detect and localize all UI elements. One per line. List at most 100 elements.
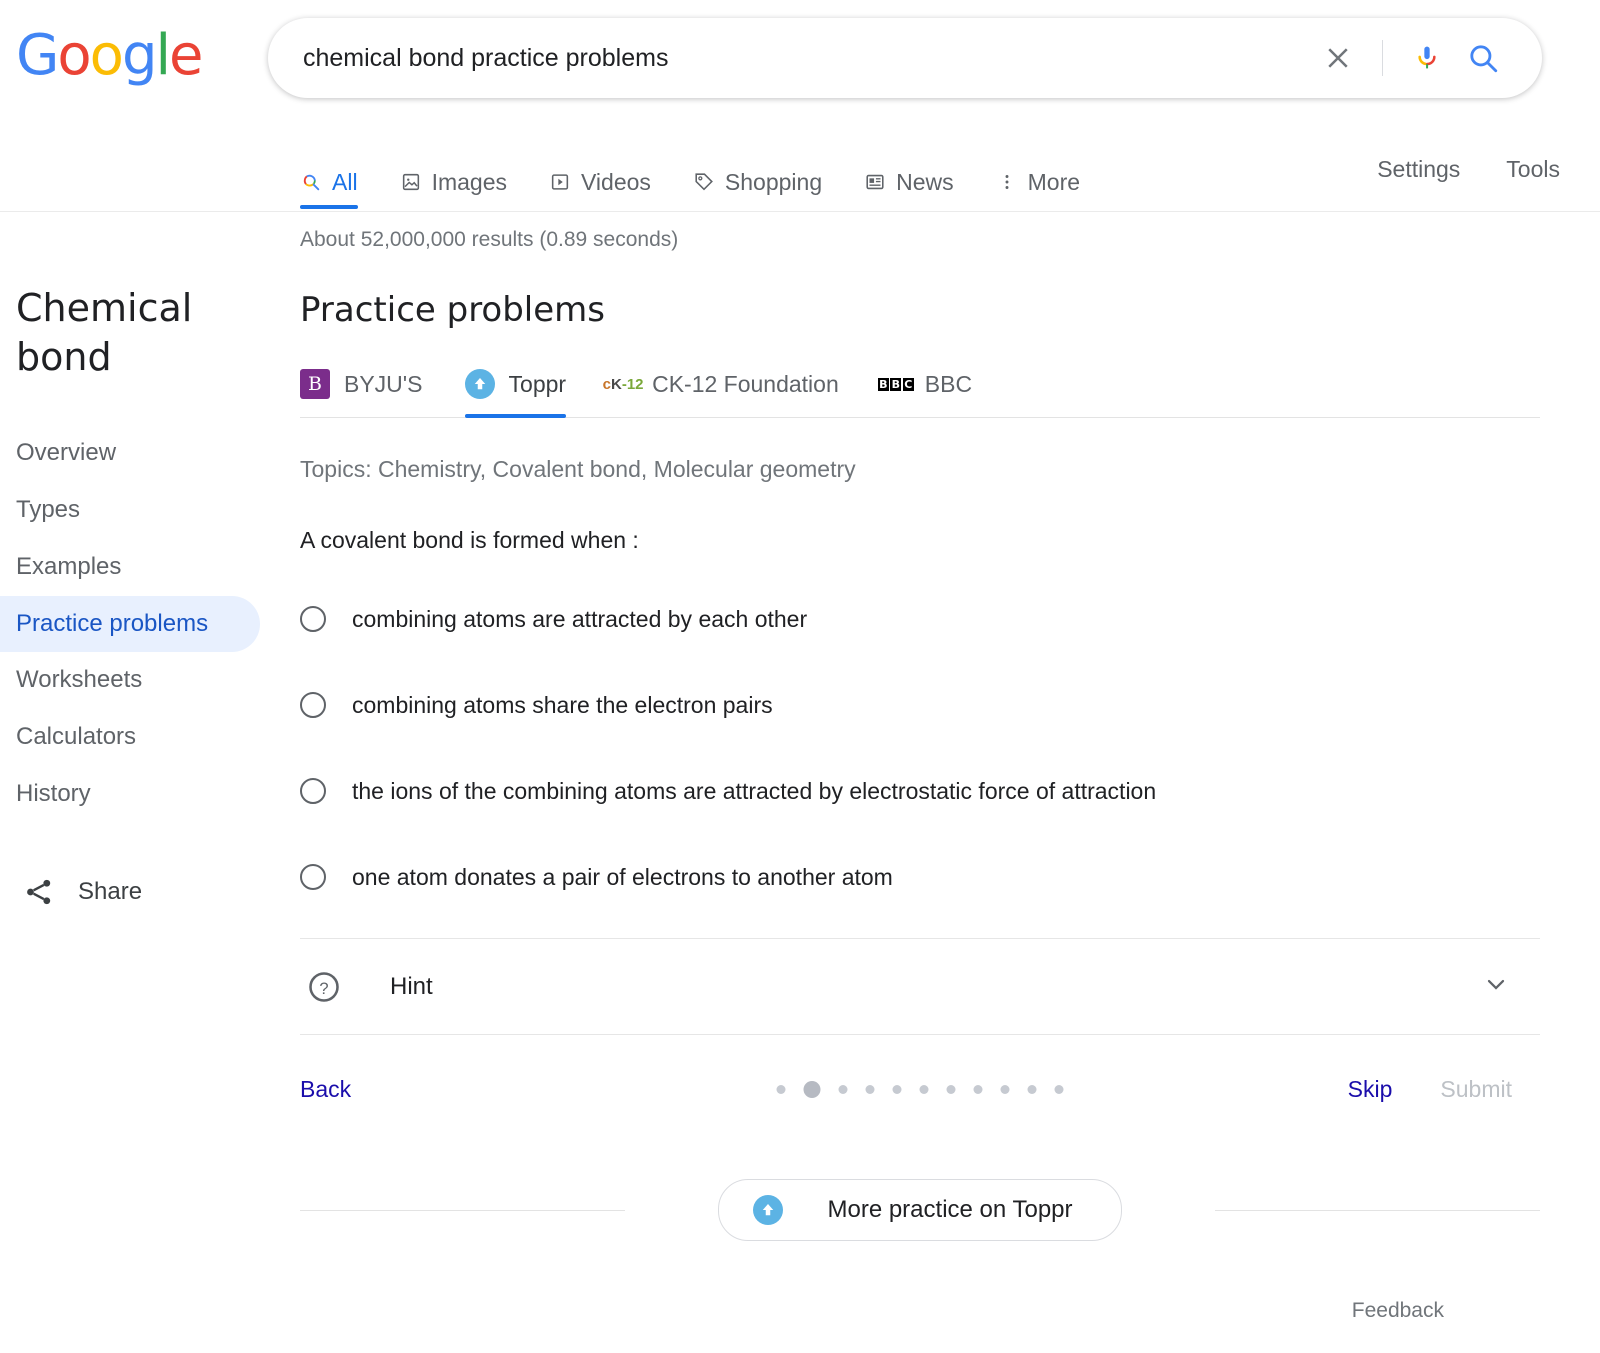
tools-link[interactable]: Tools [1506, 156, 1560, 183]
main-content: About 52,000,000 results (0.89 seconds) … [300, 212, 1600, 1323]
pagination-dot-active[interactable] [803, 1080, 821, 1098]
option-row[interactable]: combining atoms are attracted by each ot… [300, 576, 1540, 662]
share-icon [27, 879, 51, 905]
google-logo[interactable]: Google [16, 28, 204, 84]
page-header: Google [0, 0, 1600, 140]
microphone-icon [1418, 46, 1436, 69]
provider-label: CK-12 Foundation [652, 370, 839, 397]
image-icon [402, 173, 419, 191]
provider-active-underline [464, 414, 567, 418]
radio-button[interactable] [300, 864, 326, 890]
pagination-dot[interactable] [973, 1084, 983, 1094]
tab-label: Shopping [724, 168, 823, 195]
question-pager: Back Skip Submit [300, 1035, 1540, 1143]
search-icon [1470, 45, 1498, 73]
sidebar-item-examples[interactable]: Examples [0, 539, 260, 596]
video-icon [551, 174, 569, 190]
option-row[interactable]: the ions of the combining atoms are attr… [300, 748, 1540, 834]
vertical-divider [1382, 40, 1383, 76]
back-button[interactable]: Back [300, 1076, 351, 1103]
page-title: Chemical bond [16, 286, 193, 379]
voice-search-button[interactable] [1399, 30, 1455, 86]
radio-button[interactable] [300, 778, 326, 804]
pagination-dot[interactable] [946, 1084, 956, 1094]
bbc-logo-icon: BBC [877, 377, 914, 391]
chevron-down-icon[interactable] [1482, 970, 1510, 1003]
tab-label: All [332, 168, 358, 195]
search-bar[interactable] [268, 18, 1542, 98]
more-practice-row: More practice on Toppr [300, 1179, 1540, 1241]
sidebar-item-calculators[interactable]: Calculators [0, 709, 260, 766]
tab-more[interactable]: More [996, 140, 1080, 208]
pagination-dot[interactable] [1054, 1084, 1064, 1094]
sidebar-nav-list: Overview Types Examples Practice problem… [0, 425, 300, 823]
arrow-up-icon [763, 1204, 774, 1216]
skip-button[interactable]: Skip [1348, 1076, 1393, 1103]
pager-right-actions: Skip Submit [1348, 1076, 1540, 1103]
option-row[interactable]: one atom donates a pair of electrons to … [300, 834, 1540, 920]
option-row[interactable]: combining atoms share the electron pairs [300, 662, 1540, 748]
toppr-logo-icon [753, 1195, 784, 1225]
more-practice-label: More practice on Toppr [827, 1196, 1073, 1223]
option-label: combining atoms share the electron pairs [352, 691, 773, 718]
pagination-dot[interactable] [838, 1084, 848, 1094]
tab-active-underline [300, 205, 358, 209]
tab-all[interactable]: All [300, 140, 358, 209]
hint-row[interactable]: ? Hint [300, 939, 1540, 1035]
tab-news[interactable]: News [864, 140, 954, 208]
pagination-dot[interactable] [892, 1084, 902, 1094]
settings-link[interactable]: Settings [1377, 156, 1460, 183]
close-icon [1328, 48, 1348, 68]
more-practice-button[interactable]: More practice on Toppr [718, 1179, 1122, 1241]
provider-tab-byjus[interactable]: B BYJU'S [300, 359, 423, 417]
search-input[interactable] [269, 43, 1310, 73]
results-count: About 52,000,000 results (0.89 seconds) [300, 228, 679, 251]
share-button[interactable]: Share [0, 823, 300, 909]
nav-right-links: Settings Tools [1331, 140, 1600, 183]
svg-text:?: ? [319, 979, 328, 997]
tab-images[interactable]: Images [400, 140, 507, 208]
hint-label: Hint [390, 972, 433, 1000]
option-label: the ions of the combining atoms are attr… [352, 777, 1157, 804]
feedback-link[interactable]: Feedback [300, 1299, 1540, 1323]
tab-shopping[interactable]: Shopping [693, 140, 822, 208]
pagination-dot[interactable] [865, 1084, 875, 1094]
question-text: A covalent bond is formed when : [300, 527, 639, 553]
sidebar-item-overview[interactable]: Overview [0, 425, 260, 482]
tab-label: Images [431, 168, 507, 195]
sidebar-item-worksheets[interactable]: Worksheets [0, 652, 260, 709]
tab-label: More [1027, 168, 1081, 195]
search-icon [303, 174, 320, 191]
help-circle-icon: ? [306, 969, 342, 1005]
radio-button[interactable] [300, 606, 326, 632]
topics-line: Topics: Chemistry, Covalent bond, Molecu… [300, 456, 856, 482]
search-actions [1310, 30, 1541, 86]
sidebar-item-practice-problems[interactable]: Practice problems [0, 595, 260, 653]
pagination-dot[interactable] [1027, 1084, 1037, 1094]
byjus-logo-icon: B [300, 369, 330, 399]
answer-options: combining atoms are attracted by each ot… [300, 576, 1540, 920]
pagination-dot[interactable] [1000, 1084, 1010, 1094]
clear-search-button[interactable] [1310, 30, 1366, 86]
search-submit-button[interactable] [1455, 30, 1511, 86]
search-nav-row: All Images Videos Shopping News More Set… [0, 140, 1600, 212]
sidebar-item-history[interactable]: History [0, 766, 260, 823]
radio-button[interactable] [300, 692, 326, 718]
option-label: one atom donates a pair of electrons to … [352, 863, 893, 890]
sidebar-item-types[interactable]: Types [0, 482, 260, 539]
provider-tab-toppr[interactable]: Toppr [464, 359, 567, 418]
option-label: combining atoms are attracted by each ot… [352, 605, 808, 632]
pagination-dot[interactable] [776, 1084, 786, 1094]
google-search-page: Google chemical bond practice problems A… [0, 0, 1600, 1353]
more-vertical-icon [1005, 175, 1009, 189]
ck12-logo-icon: cK-12 [602, 375, 644, 393]
provider-tab-bbc[interactable]: BBC BBC [877, 359, 972, 417]
tab-videos[interactable]: Videos [549, 140, 651, 208]
page-body: Chemical bond Overview Types Examples Pr… [0, 212, 1600, 1323]
share-label: Share [78, 877, 143, 905]
provider-label: Toppr [508, 370, 567, 397]
provider-tab-ck12[interactable]: cK-12 CK-12 Foundation [602, 359, 839, 417]
section-title: Practice problems [300, 290, 606, 330]
newspaper-icon [866, 174, 884, 190]
pagination-dot[interactable] [919, 1084, 929, 1094]
